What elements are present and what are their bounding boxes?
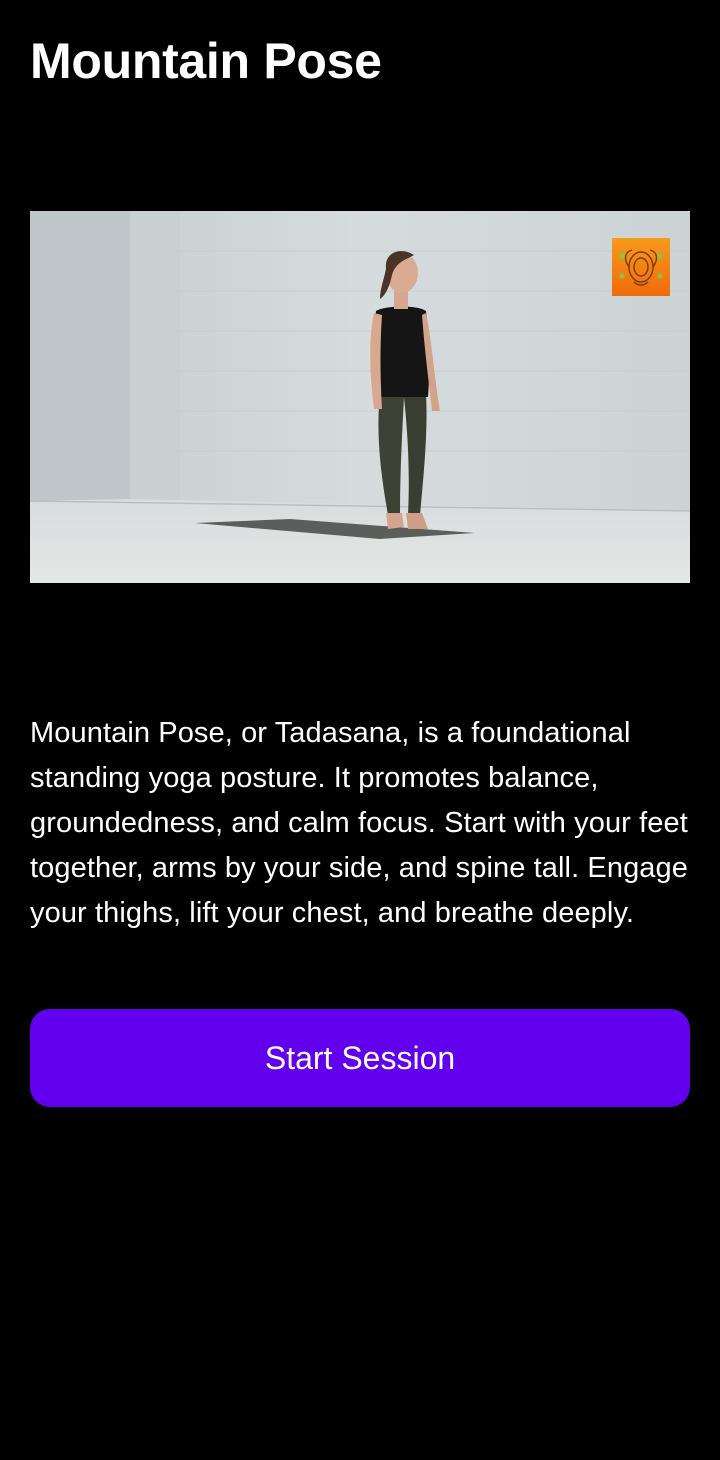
page-title: Mountain Pose xyxy=(30,33,382,89)
start-session-button[interactable]: Start Session xyxy=(30,1009,690,1107)
pose-image xyxy=(30,211,690,583)
pose-description: Mountain Pose, or Tadasana, is a foundat… xyxy=(30,717,688,929)
pose-detail-screen: Mountain Pose Mountain Pose, or Tadasana… xyxy=(0,0,720,1460)
ornament-logo-icon xyxy=(612,238,670,296)
